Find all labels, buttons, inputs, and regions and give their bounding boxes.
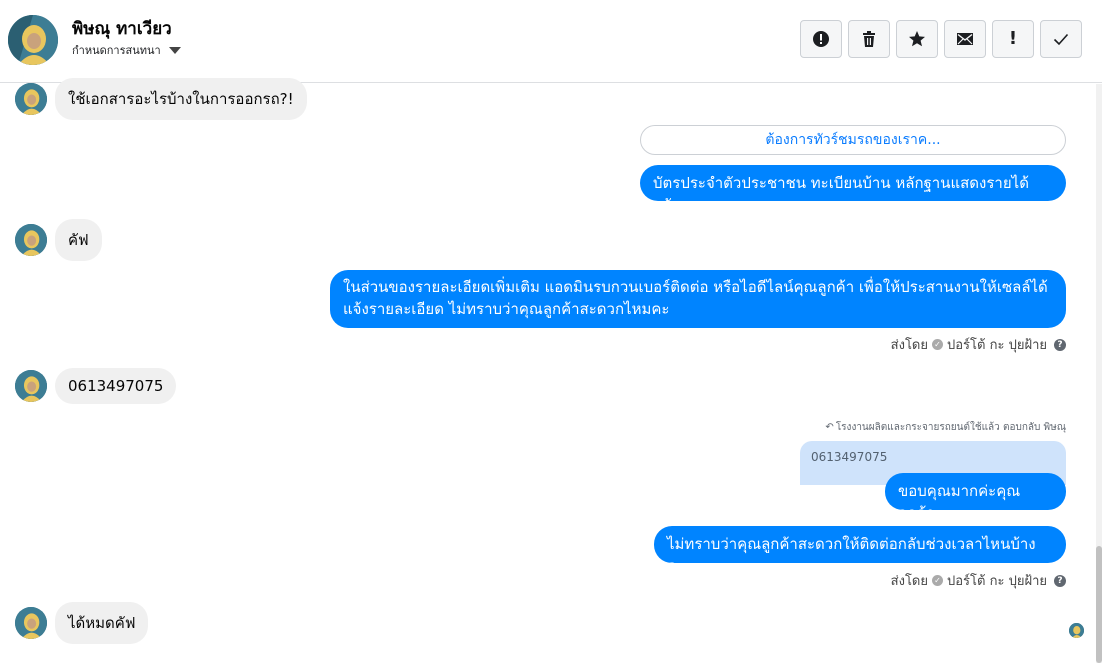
message-thread[interactable]: ใช้เอกสารอะไรบ้างในการออกรถ?! ต้องการทัว…	[0, 78, 1102, 663]
quick-reply-button[interactable]: ต้องการทัวร์ชมรถของเราค...	[640, 125, 1066, 155]
message-bubble[interactable]: ใช้เอกสารอะไรบ้างในการออกรถ?!	[55, 78, 307, 120]
scrollbar-thumb[interactable]	[1096, 546, 1102, 663]
delete-button[interactable]	[848, 20, 890, 58]
sent-by-label: ส่งโดย ✓ ปอร์โต้ กะ ปุยฝ้าย ?	[891, 334, 1066, 355]
mark-important-button[interactable]: !	[992, 20, 1034, 58]
mark-unread-button[interactable]	[944, 20, 986, 58]
reply-arrow-icon: ↶	[825, 422, 834, 433]
sent-by-prefix: ส่งโดย	[890, 338, 928, 353]
check-circle-icon: ✓	[932, 575, 943, 586]
contact-avatar[interactable]	[15, 224, 47, 256]
message-bubble[interactable]: ในส่วนของรายละเอียดเพิ่มเติม แอดมินรบกวน…	[330, 270, 1066, 328]
incoming-message: ใช้เอกสารอะไรบ้างในการออกรถ?!	[15, 78, 307, 120]
conversation-header: พิษณุ ทาเวียว กำหนดการสนทนา !	[0, 0, 1102, 83]
sent-by-name[interactable]: ปอร์โต้ กะ ปุยฝ้าย	[947, 334, 1047, 355]
conversation-schedule-dropdown[interactable]: กำหนดการสนทนา	[72, 41, 181, 59]
contact-avatar[interactable]	[15, 83, 47, 115]
help-icon[interactable]: ?	[1054, 338, 1066, 351]
help-icon[interactable]: ?	[1054, 574, 1066, 587]
checkmark-icon	[1053, 33, 1069, 46]
contact-name[interactable]: พิษณุ ทาเวียว	[72, 15, 172, 42]
alert-circle-icon	[813, 31, 829, 47]
sent-by-label: ส่งโดย ✓ ปอร์โต้ กะ ปุยฝ้าย ?	[891, 570, 1066, 591]
conversation-toolbar: !	[800, 20, 1082, 58]
incoming-message: คัฟ	[15, 219, 102, 261]
report-spam-button[interactable]	[800, 20, 842, 58]
message-bubble[interactable]: ได้หมดคัฟ	[55, 602, 149, 644]
message-bubble[interactable]: ขอบคุณมากค่ะคุณลูกค้า	[885, 473, 1066, 522]
star-icon	[909, 31, 925, 47]
contact-avatar[interactable]	[8, 15, 58, 65]
scrollbar[interactable]	[1096, 84, 1102, 663]
star-button[interactable]	[896, 20, 938, 58]
envelope-icon	[957, 33, 973, 45]
incoming-message: ได้หมดคัฟ	[15, 602, 149, 644]
check-circle-icon: ✓	[932, 339, 943, 350]
conversation-schedule-label: กำหนดการสนทนา	[72, 44, 161, 57]
message-bubble[interactable]: คัฟ	[55, 219, 102, 261]
exclamation-icon: !	[1008, 28, 1018, 49]
incoming-message: 0613497075	[15, 368, 177, 404]
caret-down-icon	[168, 46, 181, 54]
reply-context-text: โรงงานผลิตและกระจายรถยนต์ใช้แล้ว ตอบกลับ…	[835, 422, 1066, 433]
contact-avatar[interactable]	[15, 370, 47, 402]
sent-by-name[interactable]: ปอร์โต้ กะ ปุยฝ้าย	[947, 570, 1047, 591]
mark-done-button[interactable]	[1040, 20, 1082, 58]
sent-by-prefix: ส่งโดย	[890, 574, 928, 589]
trash-icon	[863, 31, 875, 47]
message-bubble[interactable]: ไม่ทราบว่าคุณลูกค้าสะดวกให้ติดต่อกลับช่ว…	[654, 526, 1066, 575]
reply-context-note: ↶ โรงงานผลิตและกระจายรถยนต์ใช้แล้ว ตอบกล…	[825, 420, 1066, 435]
message-bubble[interactable]: 0613497075	[55, 368, 177, 404]
seen-indicator-avatar	[1069, 623, 1084, 638]
message-bubble[interactable]: บัตรประจำตัวประชาชน ทะเบียนบ้าน หลักฐานแ…	[640, 165, 1066, 214]
contact-avatar[interactable]	[15, 607, 47, 639]
